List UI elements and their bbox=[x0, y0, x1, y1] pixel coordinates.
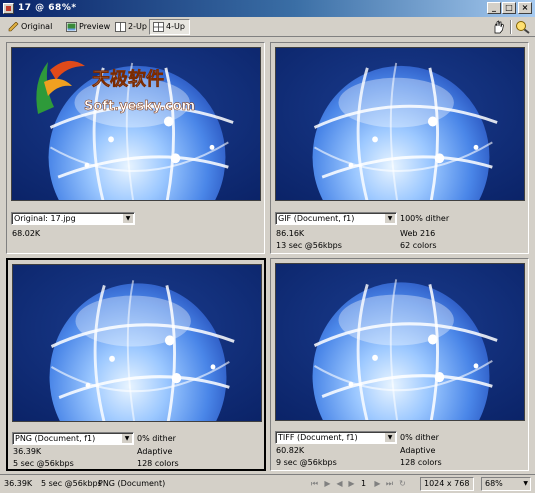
preview-icon bbox=[66, 22, 77, 32]
chevron-down-icon: ▼ bbox=[123, 214, 133, 223]
status-format: PNG (Document) bbox=[98, 479, 166, 488]
colors-gif: 62 colors bbox=[400, 241, 437, 250]
four-up-icon bbox=[153, 22, 164, 32]
palette-png: Adaptive bbox=[137, 447, 173, 456]
format-select-png[interactable]: PNG (Document, f1) ▼ bbox=[12, 432, 134, 445]
frame-number: 1 bbox=[361, 479, 367, 488]
image-dimensions: 1024 x 768 bbox=[420, 477, 474, 491]
first-frame-button[interactable]: ⏮ bbox=[310, 479, 319, 489]
watermark-logo: 天极软件 Soft.yesky.com bbox=[30, 52, 200, 122]
image-dimensions-value: 1024 x 768 bbox=[424, 479, 470, 488]
status-file-size: 36.39K bbox=[4, 479, 33, 488]
preview-image-tiff[interactable] bbox=[275, 263, 525, 421]
dither-png: 0% dither bbox=[137, 434, 176, 443]
magnifier-icon bbox=[516, 21, 530, 34]
format-select-png-value: PNG (Document, f1) bbox=[15, 434, 96, 443]
chevron-down-icon: ▼ bbox=[523, 480, 528, 487]
hand-icon bbox=[494, 20, 504, 34]
tab-original[interactable]: Original bbox=[4, 19, 57, 35]
colors-tiff: 128 colors bbox=[400, 458, 442, 467]
format-select-gif[interactable]: GIF (Document, f1) ▼ bbox=[275, 212, 397, 225]
file-size-gif: 86.16K bbox=[276, 229, 305, 238]
panel-tiff[interactable]: TIFF (Document, f1) ▼ 0% dither 60.82K A… bbox=[270, 258, 529, 471]
preview-image-gif[interactable] bbox=[275, 47, 525, 201]
format-select-tiff[interactable]: TIFF (Document, f1) ▼ bbox=[275, 431, 397, 444]
window-title: 17 @ 68%* bbox=[18, 3, 77, 13]
preview-image-png[interactable] bbox=[12, 264, 262, 422]
chevron-down-icon: ▼ bbox=[122, 434, 132, 443]
download-time-gif: 13 sec @56kbps bbox=[276, 241, 342, 250]
file-size-original: 68.02K bbox=[12, 229, 41, 238]
tab-2-up[interactable]: 2-Up bbox=[111, 19, 152, 35]
close-button[interactable]: × bbox=[518, 2, 532, 14]
title-bar: 17 @ 68%* _ □ × bbox=[0, 0, 535, 17]
pan-tool-button[interactable] bbox=[490, 19, 508, 35]
chevron-down-icon: ▼ bbox=[385, 214, 395, 223]
tab-4-up[interactable]: 4-Up bbox=[149, 19, 190, 35]
file-size-png: 36.39K bbox=[13, 447, 42, 456]
panel-png[interactable]: PNG (Document, f1) ▼ 0% dither 36.39K Ad… bbox=[6, 258, 266, 471]
dither-tiff: 0% dither bbox=[400, 433, 439, 442]
tab-original-label: Original bbox=[21, 22, 53, 31]
app-icon bbox=[3, 3, 14, 14]
format-select-original[interactable]: Original: 17.jpg ▼ bbox=[11, 212, 135, 225]
toolbar-separator bbox=[510, 20, 512, 34]
download-time-tiff: 9 sec @56kbps bbox=[276, 458, 337, 467]
file-size-tiff: 60.82K bbox=[276, 446, 305, 455]
dither-gif: 100% dither bbox=[400, 214, 450, 223]
chevron-down-icon: ▼ bbox=[385, 433, 395, 442]
tab-4-up-label: 4-Up bbox=[166, 22, 185, 31]
last-frame-button[interactable]: ⏭ bbox=[385, 479, 394, 489]
next-frame-button[interactable]: ▶ bbox=[347, 479, 356, 489]
preview-toolbar: Original Preview 2-Up 4-Up bbox=[0, 17, 535, 37]
watermark-url: Soft.yesky.com bbox=[84, 99, 195, 114]
zoom-select[interactable]: 68% ▼ bbox=[481, 477, 531, 491]
panel-gif[interactable]: GIF (Document, f1) ▼ 100% dither 86.16K … bbox=[270, 42, 529, 254]
tab-preview-label: Preview bbox=[79, 22, 111, 31]
format-select-gif-value: GIF (Document, f1) bbox=[278, 214, 355, 223]
download-time-png: 5 sec @56kbps bbox=[13, 459, 74, 468]
tab-preview[interactable]: Preview bbox=[62, 19, 115, 35]
watermark-title: 天极软件 bbox=[92, 68, 164, 90]
zoom-tool-button[interactable] bbox=[514, 19, 532, 35]
zoom-select-value: 68% bbox=[485, 479, 503, 488]
palette-tiff: Adaptive bbox=[400, 446, 436, 455]
pencil-icon bbox=[8, 22, 19, 32]
tab-2-up-label: 2-Up bbox=[128, 22, 147, 31]
format-select-original-value: Original: 17.jpg bbox=[14, 214, 76, 223]
maximize-button[interactable]: □ bbox=[502, 2, 516, 14]
status-bar: 36.39K 5 sec @56kbps PNG (Document) ⏮ ▶ … bbox=[0, 474, 535, 493]
previous-frame-button[interactable]: ◀ bbox=[335, 479, 344, 489]
status-download-time: 5 sec @56kbps bbox=[41, 479, 102, 488]
two-up-icon bbox=[115, 22, 126, 32]
minimize-button[interactable]: _ bbox=[487, 2, 501, 14]
colors-png: 128 colors bbox=[137, 459, 179, 468]
play-button[interactable]: ▶ bbox=[323, 479, 332, 489]
palette-gif: Web 216 bbox=[400, 229, 436, 238]
format-select-tiff-value: TIFF (Document, f1) bbox=[278, 433, 358, 442]
loop-button[interactable]: ↻ bbox=[398, 479, 407, 489]
next-button[interactable]: ▶ bbox=[373, 479, 382, 489]
